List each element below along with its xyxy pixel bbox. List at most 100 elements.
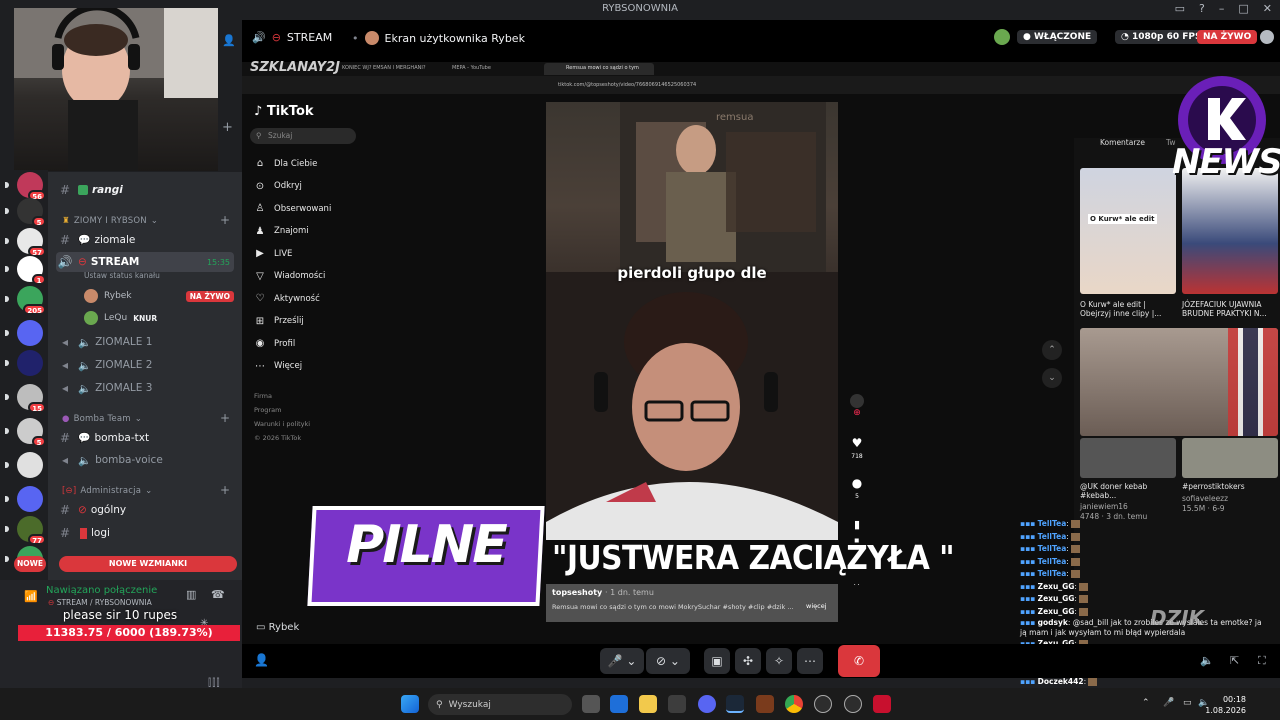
screen-share-button[interactable]: ▣ [704, 648, 730, 674]
rec-author-4[interactable]: sofiaveleezz [1182, 494, 1280, 503]
leave-call-button[interactable]: ✆ [838, 645, 880, 677]
tray-mic-icon[interactable]: 🎤 [1163, 698, 1174, 708]
rec-author-3[interactable]: janiewiem16 [1080, 502, 1178, 511]
channel-ziomale-3[interactable]: ◂ 🔈 ZIOMALE 3 [56, 378, 234, 398]
rec-thumb-2[interactable] [1182, 168, 1278, 294]
mail-icon[interactable] [610, 695, 628, 713]
rec-thumb-3[interactable] [1080, 438, 1176, 478]
rec-thumb-stream[interactable] [1080, 328, 1278, 436]
camera-button[interactable]: ⊘ ⌄ [646, 648, 690, 674]
chat-bubble-icon[interactable] [1260, 30, 1274, 44]
popout-icon[interactable]: ⇱ [1230, 654, 1239, 667]
tiktok-nav-item[interactable]: ◉ Profil [254, 338, 296, 349]
new-badge[interactable]: NOWE [14, 556, 46, 572]
url-bar[interactable]: tiktok.com/@topseshoty/video/76680691465… [242, 76, 1280, 94]
server-icon[interactable]: 5 [17, 198, 46, 227]
chrome-icon[interactable] [785, 695, 803, 713]
inbox-icon[interactable]: ▭ [1175, 2, 1185, 15]
tiktok-logo[interactable]: ♪ TikTok [254, 104, 314, 119]
server-icon[interactable] [17, 486, 43, 512]
channel-ziomale[interactable]: # 💬 ziomale [56, 230, 234, 250]
prev-video-button[interactable]: ⌃ [1042, 340, 1062, 360]
browser-tab[interactable]: MEPA - YouTube [452, 65, 491, 71]
volume-icon[interactable]: 🔈 [1200, 654, 1214, 667]
soundboard-button[interactable]: ✧ [766, 648, 792, 674]
channel-logi[interactable]: # logi [56, 523, 234, 543]
more-options-button[interactable]: ⋯ [797, 648, 823, 674]
channel-rangi[interactable]: # rangi [56, 180, 234, 200]
viewer-avatar[interactable] [994, 29, 1010, 45]
add-channel-bomba-button[interactable]: + [220, 411, 230, 425]
chat-username[interactable]: TellTea [1038, 532, 1067, 541]
add-channel-admin-button[interactable]: + [220, 483, 230, 497]
taskbar-search[interactable]: ⚲ Wyszukaj [428, 694, 572, 715]
tiktok-nav-item[interactable]: ▶ LIVE [254, 248, 292, 259]
fullscreen-icon[interactable]: ⛶ [1258, 654, 1266, 668]
chat-username[interactable]: TellTea [1038, 557, 1067, 566]
chat-username[interactable]: Zexu_GG [1038, 594, 1075, 603]
tray-network-icon[interactable]: ▭ [1183, 698, 1192, 708]
server-icon[interactable] [17, 452, 43, 478]
file-explorer-icon[interactable] [639, 695, 657, 713]
discord-icon[interactable] [698, 695, 716, 713]
like-button[interactable]: ♥ 718 [846, 436, 868, 460]
bookmark-button[interactable]: ▮ [846, 518, 868, 531]
channel-bomba-voice[interactable]: ◂ 🔈 bomba-voice [56, 450, 234, 470]
stream-channel[interactable]: 🔊 ⊖ STREAM [252, 31, 332, 44]
voice-location[interactable]: ⊖ STREAM / RYBSONOWNIA [48, 598, 152, 607]
comment-button[interactable]: ● 5 [846, 476, 868, 500]
tiktok-footer-link[interactable]: Warunki i polityki [254, 420, 310, 428]
task-view-icon[interactable] [582, 695, 600, 713]
rec-title-3[interactable]: @UK doner kebab #kebab... [1080, 482, 1178, 500]
creator-avatar[interactable]: ⊕ [846, 394, 868, 418]
more-link[interactable]: więcej [806, 602, 827, 610]
server-icon[interactable]: 77 [17, 516, 46, 545]
steam-icon[interactable] [726, 695, 744, 713]
tiktok-footer-link[interactable]: Firma [254, 392, 272, 400]
tiktok-nav-item[interactable]: ♙ Obserwowani [254, 203, 332, 214]
tiktok-nav-item[interactable]: ⋯ Więcej [254, 361, 302, 372]
tiktok-nav-item[interactable]: ⊙ Odkryj [254, 181, 302, 192]
tiktok-nav-item[interactable]: ⌂ Dla Ciebie [254, 158, 318, 169]
chat-username[interactable]: godsyk [1038, 618, 1068, 627]
tiktok-search-input[interactable]: ⚲ Szukaj [250, 128, 356, 144]
server-icon[interactable]: 1 [17, 256, 46, 285]
category-administracja[interactable]: [⊖] Administracja ⌄ [62, 486, 152, 496]
server-icon[interactable]: 205 [17, 286, 46, 315]
server-icon[interactable] [17, 320, 43, 346]
video-author[interactable]: topseshoty · 1 dn. temu [552, 588, 654, 597]
tray-chevron-icon[interactable]: ⌃ [1142, 698, 1150, 708]
start-button[interactable] [401, 695, 419, 713]
channel-ziomale-1[interactable]: ◂ 🔈 ZIOMALE 1 [56, 332, 234, 352]
app-icon[interactable] [756, 695, 774, 713]
add-user-icon[interactable]: 👤 [254, 653, 269, 667]
category-bomba[interactable]: ● Bomba Team ⌄ [62, 414, 142, 424]
activities-button[interactable]: ✣ [735, 648, 761, 674]
maximize-button[interactable]: □ [1238, 2, 1248, 15]
help-icon[interactable]: ? [1199, 2, 1205, 15]
add-channel-ziomy-button[interactable]: + [220, 213, 230, 227]
disconnect-icon[interactable]: ☎ [211, 588, 225, 601]
taskbar-clock[interactable]: 00:18 1.08.2026 [1205, 694, 1246, 716]
minimize-button[interactable]: – [1219, 2, 1225, 15]
close-button[interactable]: ✕ [1263, 2, 1272, 15]
chat-username[interactable]: Zexu_GG [1038, 607, 1075, 616]
tiktok-nav-item[interactable]: ♡ Aktywność [254, 293, 320, 304]
server-icon[interactable] [17, 350, 43, 376]
rec-title-1[interactable]: O Kurw* ale edit | Obejrzyj inne clipy |… [1080, 300, 1178, 318]
category-ziomy[interactable]: ♜ ZIOMY I RYBSON ⌄ [62, 216, 158, 226]
new-mentions-button[interactable]: NOWE WZMIANKI [59, 556, 237, 572]
add-friend-icon[interactable]: 👤 [222, 34, 236, 47]
channel-stream[interactable]: 🔊 ⊖ STREAM 15:35 [56, 252, 234, 272]
noise-suppression-icon[interactable]: ▥ [186, 588, 196, 601]
tiktok-nav-item[interactable]: ♟ Znajomi [254, 226, 309, 237]
voice-user-rybek[interactable]: Rybek NA ŻYWO [84, 289, 234, 303]
mute-button[interactable]: 🎤 ⌄ [600, 648, 644, 674]
tab-comments[interactable]: Komentarze [1100, 138, 1145, 147]
rec-title-4[interactable]: #perrostiktokers [1182, 482, 1280, 491]
channel-ogolny[interactable]: # ⊘ ogólny [56, 500, 234, 520]
voice-user-lequ[interactable]: LeQu KNUR [84, 311, 157, 325]
tiktok-nav-item[interactable]: ▽ Wiadomości [254, 271, 325, 282]
quality-pill[interactable]: ◔ 1080p 60 FPS [1115, 30, 1208, 44]
browser-tab[interactable]: KONIEC WJ? EMSAN I MERGHANI? [342, 65, 425, 71]
